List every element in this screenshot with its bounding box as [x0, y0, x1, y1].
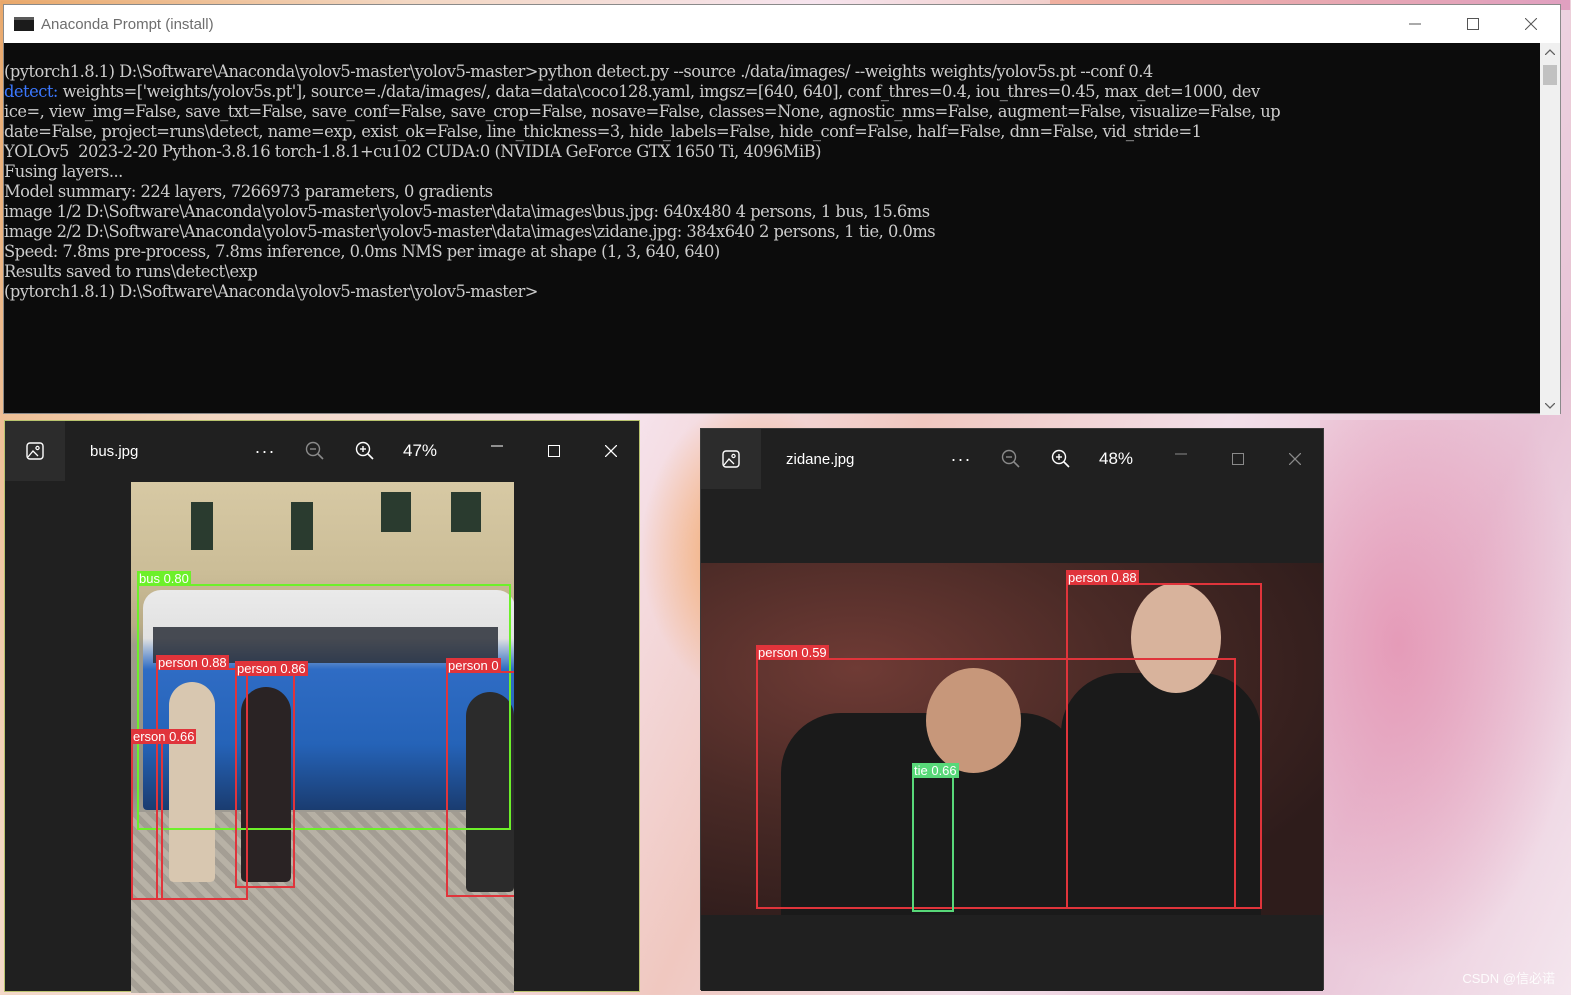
photos-app-icon	[722, 450, 740, 468]
detection-label: person 0.59	[756, 645, 829, 660]
console-line: Results saved to runs\detect\exp	[4, 262, 258, 281]
viewer-canvas-empty	[701, 915, 1323, 991]
zoom-in-button[interactable]	[1036, 449, 1086, 469]
close-button[interactable]	[1266, 429, 1323, 489]
console-line: (pytorch1.8.1) D:\Software\Anaconda\yolo…	[4, 62, 1153, 81]
maximize-button[interactable]	[1209, 429, 1266, 489]
detect-prefix: detect:	[4, 82, 63, 101]
console-line: image 1/2 D:\Software\Anaconda\yolov5-ma…	[4, 202, 930, 221]
more-options-button[interactable]: ···	[240, 441, 290, 462]
photo-viewer-bus[interactable]: bus.jpg ··· 47% bus 0.80 person 0.88 per…	[4, 420, 640, 993]
zoom-level: 47%	[402, 441, 438, 460]
building-window	[381, 492, 411, 532]
zoom-in-icon	[1051, 449, 1070, 468]
close-icon	[604, 445, 617, 457]
viewer-filename: zidane.jpg	[786, 450, 855, 468]
maximize-button[interactable]	[525, 421, 582, 481]
maximize-icon	[1467, 18, 1479, 30]
more-options-button[interactable]: ···	[936, 449, 986, 470]
console-line: ice=, view_img=False, save_txt=False, sa…	[4, 102, 1281, 121]
detection-box: person 0.59	[756, 645, 1236, 909]
detection-label: person 0	[446, 658, 501, 673]
photos-app-icon	[26, 442, 44, 460]
console-line: Model summary: 224 layers, 7266973 param…	[4, 182, 493, 201]
watermark: CSDN @信必诺	[1462, 971, 1555, 986]
detection-label: bus 0.80	[137, 571, 191, 586]
console-scrollbar[interactable]	[1540, 43, 1560, 415]
building-window	[451, 492, 481, 532]
photos-app-button[interactable]	[701, 429, 761, 489]
anaconda-prompt-window[interactable]: Anaconda Prompt (install) (pytorch1.8.1)…	[3, 4, 1561, 415]
console-line: detect: weights=['weights/yolov5s.pt'], …	[4, 82, 1542, 102]
detection-box: person 0	[446, 658, 514, 897]
viewer-toolbar: zidane.jpg ··· 48%	[701, 429, 1323, 489]
detection-box: tie 0.66	[912, 763, 959, 912]
minimize-icon	[1409, 23, 1421, 25]
chevron-down-icon	[1545, 403, 1555, 409]
console-line: YOLOv5 2023-2-20 Python-3.8.16 torch-1.8…	[4, 142, 822, 161]
maximize-icon	[547, 445, 560, 457]
detection-box: person 0.86	[235, 661, 308, 888]
close-button[interactable]	[582, 421, 639, 481]
console-title: Anaconda Prompt (install)	[41, 15, 214, 33]
close-icon	[1525, 18, 1537, 30]
zoom-out-button[interactable]	[986, 449, 1036, 469]
bus-image: bus 0.80 person 0.88 person 0.86 person …	[131, 482, 514, 993]
console-line: image 2/2 D:\Software\Anaconda\yolov5-ma…	[4, 222, 936, 241]
window-controls	[1386, 5, 1560, 43]
close-icon	[1288, 453, 1301, 465]
detection-label: person 0.86	[235, 661, 308, 676]
close-button[interactable]	[1502, 5, 1560, 43]
scrollbar-thumb[interactable]	[1543, 65, 1557, 85]
viewer-filename: bus.jpg	[90, 442, 139, 460]
maximize-icon	[1231, 453, 1244, 465]
minimize-button[interactable]	[1152, 429, 1209, 489]
detection-box: erson 0.66	[131, 729, 197, 900]
building-window	[291, 502, 313, 550]
console-line: Speed: 7.8ms pre-process, 7.8ms inferenc…	[4, 242, 720, 261]
maximize-button[interactable]	[1444, 5, 1502, 43]
zoom-in-icon	[355, 441, 374, 460]
terminal-icon	[14, 17, 34, 31]
console-titlebar[interactable]: Anaconda Prompt (install)	[4, 5, 1560, 43]
minimize-button[interactable]	[468, 421, 525, 481]
detection-label: tie 0.66	[912, 763, 959, 778]
zoom-out-icon	[1001, 449, 1020, 468]
console-line-text: weights=['weights/yolov5s.pt'], source=.…	[62, 82, 1261, 101]
photos-app-button[interactable]	[5, 421, 65, 481]
zoom-level: 48%	[1098, 449, 1134, 468]
minimize-icon	[490, 445, 503, 447]
zoom-out-button[interactable]	[290, 441, 340, 461]
photo-viewer-zidane[interactable]: zidane.jpg ··· 48% person 0.88 person 0.…	[700, 428, 1324, 991]
building-window	[191, 502, 213, 550]
minimize-icon	[1174, 453, 1187, 455]
minimize-button[interactable]	[1386, 5, 1444, 43]
scroll-up-button[interactable]	[1540, 43, 1560, 61]
console-line: Fusing layers...	[4, 162, 123, 181]
window-controls	[468, 421, 639, 481]
console-line: date=False, project=runs\detect, name=ex…	[4, 122, 1202, 141]
chevron-up-icon	[1545, 49, 1555, 55]
zoom-out-icon	[305, 441, 324, 460]
console-output[interactable]: (pytorch1.8.1) D:\Software\Anaconda\yolo…	[4, 43, 1542, 415]
console-prompt[interactable]: (pytorch1.8.1) D:\Software\Anaconda\yolo…	[4, 282, 1542, 302]
zidane-image: person 0.88 person 0.59 tie 0.66	[701, 563, 1323, 915]
detection-label: person 0.88	[1066, 570, 1139, 585]
wallpaper-glow	[1320, 420, 1571, 980]
detection-label: person 0.88	[156, 655, 229, 670]
detection-label: erson 0.66	[131, 729, 197, 744]
viewer-toolbar: bus.jpg ··· 47%	[5, 421, 639, 481]
window-controls	[1152, 429, 1323, 489]
zoom-in-button[interactable]	[340, 441, 390, 461]
scroll-down-button[interactable]	[1540, 397, 1560, 415]
